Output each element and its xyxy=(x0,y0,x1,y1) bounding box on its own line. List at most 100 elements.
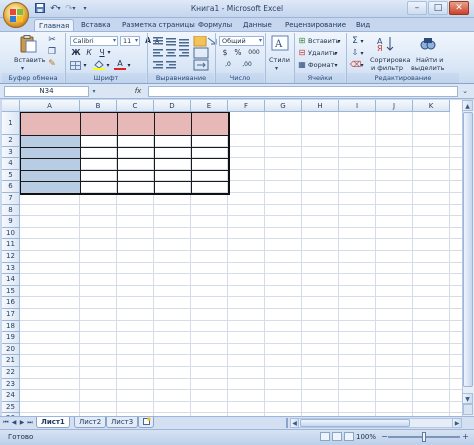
row-header-15[interactable]: 15 xyxy=(2,285,20,298)
find-select-label-line2[interactable]: выделить xyxy=(411,64,444,72)
format-cells-icon[interactable]: ▦ xyxy=(297,60,307,70)
find-select-icon[interactable] xyxy=(419,36,437,52)
first-sheet-icon[interactable]: ⏮ xyxy=(2,418,10,427)
zoom-level[interactable]: 100% xyxy=(356,433,376,441)
format-painter-icon[interactable]: ✎ xyxy=(46,59,58,69)
select-all-corner[interactable] xyxy=(2,100,20,112)
column-header-C[interactable]: C xyxy=(117,100,154,112)
decrease-decimal-button[interactable]: ,00 xyxy=(238,60,256,70)
column-header-J[interactable]: J xyxy=(376,100,413,112)
row-header-19[interactable]: 19 xyxy=(2,332,20,344)
fill-color-icon[interactable] xyxy=(93,60,105,70)
format-cells-button[interactable]: Формат xyxy=(308,61,334,69)
number-format-combo[interactable]: Общий xyxy=(219,36,264,46)
sort-filter-label-line2[interactable]: и фильтр xyxy=(371,64,403,72)
column-header-I[interactable]: I xyxy=(339,100,376,112)
column-header-H[interactable]: H xyxy=(302,100,339,112)
borders-icon[interactable] xyxy=(70,61,81,70)
underline-dropdown-icon[interactable]: ▾ xyxy=(106,48,112,58)
sheet-tab-1[interactable]: Лист1 xyxy=(36,417,70,428)
column-header-B[interactable]: B xyxy=(80,100,117,112)
insert-sheet-icon[interactable] xyxy=(138,417,154,428)
worksheet-grid[interactable]: A B C D E F G H I J K 1 2 3 4 5 6 7 8 9 10 11 12 13 14 15 16 17 18 19… xyxy=(2,100,462,416)
row-header-22[interactable]: 22 xyxy=(2,367,20,379)
row-header-3[interactable]: 3 xyxy=(2,146,20,159)
font-name-combo[interactable]: Calibri xyxy=(70,36,118,46)
font-color-icon[interactable]: A xyxy=(114,60,126,70)
insert-dropdown-icon[interactable]: ▾ xyxy=(336,37,342,47)
delete-cells-icon[interactable]: ⊟ xyxy=(297,48,307,58)
delete-dropdown-icon[interactable]: ▾ xyxy=(333,49,339,59)
row-header-6[interactable]: 6 xyxy=(2,181,20,193)
insert-function-button[interactable]: fx xyxy=(130,86,146,97)
row-header-20[interactable]: 20 xyxy=(2,343,20,356)
normal-view-button[interactable] xyxy=(320,432,330,441)
row-header-2[interactable]: 2 xyxy=(2,135,20,147)
office-button[interactable] xyxy=(3,2,29,28)
sheet-tab-2[interactable]: Лист2 xyxy=(74,417,107,428)
row-header-4[interactable]: 4 xyxy=(2,158,20,170)
name-box[interactable]: N34 xyxy=(4,86,89,97)
bold-button[interactable]: Ж xyxy=(70,48,82,58)
row-header-8[interactable]: 8 xyxy=(2,204,20,217)
expand-formula-bar-icon[interactable]: ⌄ xyxy=(460,86,470,97)
scroll-down-arrow-icon[interactable]: ▼ xyxy=(462,393,473,404)
fill-dropdown-icon[interactable]: ▾ xyxy=(359,49,365,59)
column-header-K[interactable]: K xyxy=(413,100,450,112)
styles-icon[interactable]: A xyxy=(270,35,290,53)
row-header-9[interactable]: 9 xyxy=(2,216,20,228)
column-header-G[interactable]: G xyxy=(265,100,302,112)
insert-cells-icon[interactable]: ⊞ xyxy=(297,36,307,46)
zoom-in-button[interactable]: + xyxy=(461,431,470,442)
page-break-view-button[interactable] xyxy=(344,432,354,441)
borders-dropdown-icon[interactable]: ▾ xyxy=(82,61,88,71)
currency-button[interactable]: $ xyxy=(219,48,231,58)
paste-icon[interactable] xyxy=(18,35,38,53)
row-header-17[interactable]: 17 xyxy=(2,309,20,321)
italic-button[interactable]: К xyxy=(83,48,95,58)
font-color-dropdown-icon[interactable]: ▾ xyxy=(126,61,132,71)
row-header-25[interactable]: 25 xyxy=(2,401,20,414)
last-sheet-icon[interactable]: ⏭ xyxy=(26,418,34,427)
sort-filter-icon[interactable]: АЯ xyxy=(377,36,395,53)
sort-filter-label-line1[interactable]: Сортировка xyxy=(370,56,411,64)
page-layout-view-button[interactable] xyxy=(332,432,342,441)
column-header-F[interactable]: F xyxy=(228,100,265,112)
scroll-right-arrow-icon[interactable]: ▶ xyxy=(452,418,462,428)
scroll-up-arrow-icon[interactable]: ▲ xyxy=(462,100,473,111)
zoom-slider-thumb[interactable] xyxy=(422,432,426,442)
row-header-24[interactable]: 24 xyxy=(2,390,20,402)
split-box[interactable] xyxy=(463,404,473,415)
tab-split-handle[interactable] xyxy=(286,418,288,428)
column-header-A[interactable]: A xyxy=(20,100,80,112)
row-header-14[interactable]: 14 xyxy=(2,274,20,286)
increase-decimal-button[interactable]: ,0 xyxy=(220,60,236,70)
paste-button[interactable]: Вставить xyxy=(14,56,45,64)
row-header-21[interactable]: 21 xyxy=(2,355,20,367)
styles-dropdown-icon[interactable]: ▾ xyxy=(275,64,278,74)
name-box-dropdown-icon[interactable]: ▾ xyxy=(90,86,98,97)
styles-button[interactable]: Стили xyxy=(269,56,290,64)
row-header-16[interactable]: 16 xyxy=(2,297,20,309)
row-header-11[interactable]: 11 xyxy=(2,239,20,251)
row-header-10[interactable]: 10 xyxy=(2,227,20,240)
percent-button[interactable]: % xyxy=(232,48,244,58)
column-header-D[interactable]: D xyxy=(154,100,191,112)
row-header-13[interactable]: 13 xyxy=(2,262,20,275)
fill-color-dropdown-icon[interactable]: ▾ xyxy=(105,61,111,71)
insert-cells-button[interactable]: Вставить xyxy=(308,37,339,45)
row-header-5[interactable]: 5 xyxy=(2,169,20,182)
row-header-23[interactable]: 23 xyxy=(2,378,20,391)
prev-sheet-icon[interactable]: ◀ xyxy=(10,418,18,427)
close-button[interactable]: ✕ xyxy=(449,1,469,15)
row-header-7[interactable]: 7 xyxy=(2,193,20,205)
formula-input[interactable] xyxy=(148,86,458,97)
column-header-E[interactable]: E xyxy=(191,100,228,112)
next-sheet-icon[interactable]: ▶ xyxy=(18,418,26,427)
autosum-dropdown-icon[interactable]: ▾ xyxy=(359,37,365,47)
row-header-18[interactable]: 18 xyxy=(2,320,20,333)
maximize-button[interactable]: □ xyxy=(428,1,448,15)
copy-icon[interactable]: ❐ xyxy=(46,47,58,57)
comma-style-button[interactable]: 000 xyxy=(246,48,262,58)
scroll-left-arrow-icon[interactable]: ◀ xyxy=(290,418,299,428)
